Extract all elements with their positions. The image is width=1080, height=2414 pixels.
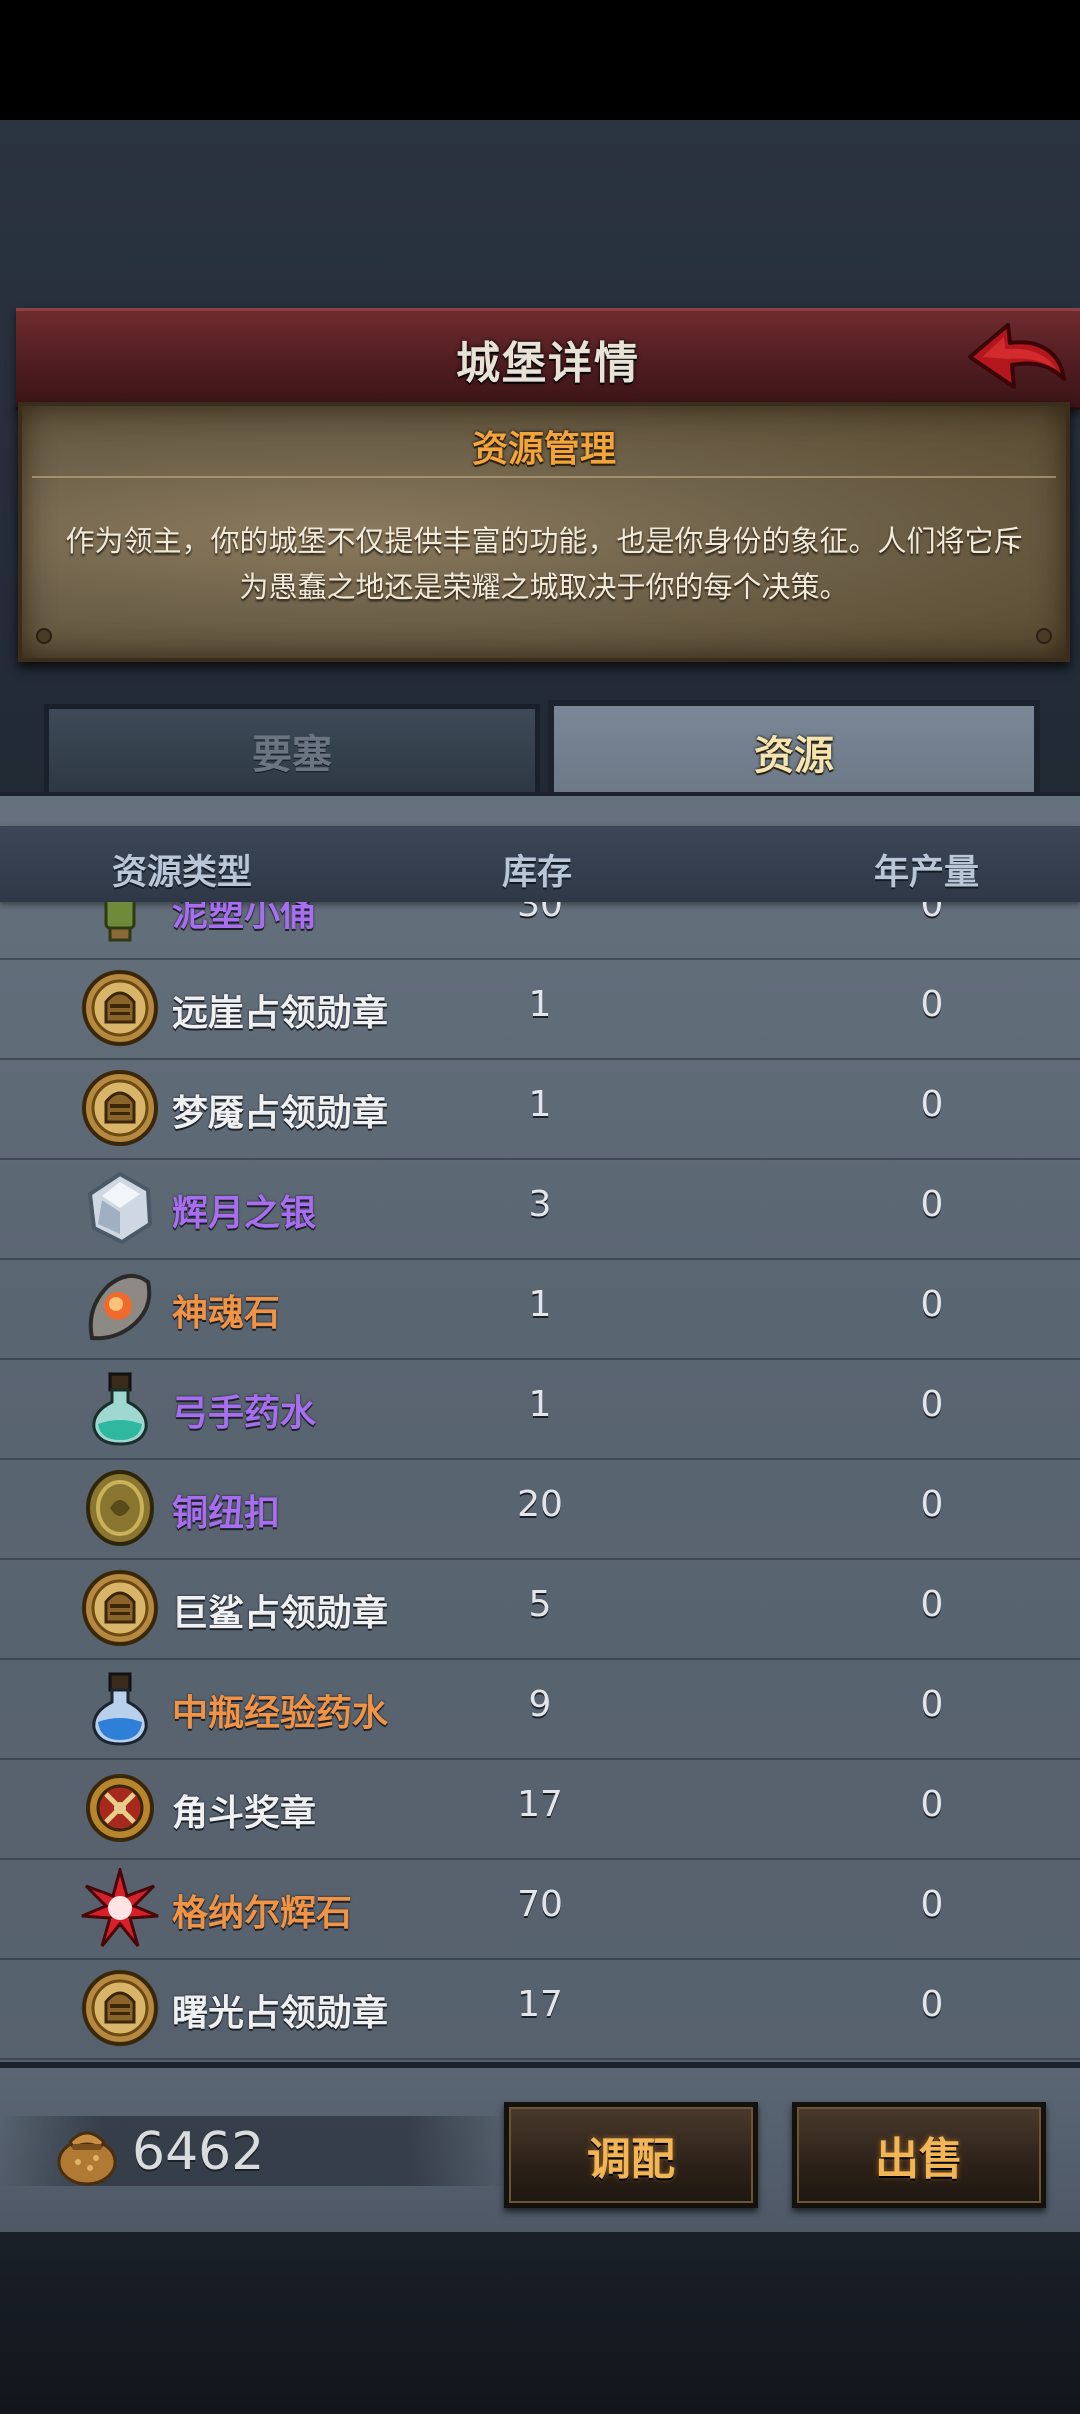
resource-stock: 1	[528, 1284, 552, 1325]
list-item[interactable]: 辉月之银 3 0	[0, 1158, 1080, 1260]
list-item[interactable]: 角斗奖章 17 0	[0, 1758, 1080, 1860]
bronze-button-icon	[86, 1470, 154, 1546]
resource-name: 中瓶经验药水	[172, 1693, 389, 1734]
gold-amount: 6462	[132, 2122, 265, 2182]
soul-stone-icon	[88, 1274, 152, 1341]
list-item[interactable]: 弓手药水 1 0	[0, 1358, 1080, 1460]
list-item[interactable]: 铜纽扣 20 0	[0, 1458, 1080, 1560]
resource-name: 辉月之银	[172, 1193, 317, 1234]
resource-name: 远崖占领勋章	[172, 993, 389, 1034]
resource-name: 梦魇占领勋章	[172, 1093, 389, 1134]
rivet	[1036, 628, 1052, 644]
arena-medal-icon	[86, 1774, 154, 1842]
knight-medal-icon	[82, 1570, 158, 1646]
sell-button[interactable]: 出售	[792, 2102, 1046, 2208]
divider	[32, 476, 1056, 478]
resource-stock: 20	[517, 1484, 563, 1525]
resource-stock: 70	[517, 1884, 563, 1925]
resource-yield: 0	[920, 1984, 944, 2025]
rivet	[36, 628, 52, 644]
resource-stock: 3	[528, 1184, 552, 1225]
bottom-background	[0, 2226, 1080, 2414]
gold-sack-icon	[57, 2131, 117, 2186]
resource-stock: 30	[517, 902, 563, 925]
resource-stock: 1	[528, 984, 552, 1025]
blue-potion-icon	[92, 1672, 148, 1746]
page-title: 城堡详情	[456, 338, 640, 389]
knight-medal-icon	[82, 1070, 158, 1146]
list-item[interactable]: 曙光占领勋章 17 0	[0, 1958, 1080, 2060]
resource-yield: 0	[920, 1484, 944, 1525]
resource-yield: 0	[920, 1284, 944, 1325]
resource-stock: 5	[528, 1584, 552, 1625]
list-item[interactable]: 梦魇占领勋章 1 0	[0, 1058, 1080, 1160]
resource-name: 角斗奖章	[172, 1793, 317, 1834]
resource-list[interactable]: 泥塑小俑 30 0 远崖占领勋章 1 0 梦魇占领勋章 1 0 辉月之银 3 0 神魂石 1 0 弓手药水 1 0…	[0, 902, 1080, 2064]
tab-fortress[interactable]: 要塞	[44, 704, 540, 798]
panel-subtitle: 资源管理	[471, 429, 616, 470]
resource-name: 泥塑小俑	[172, 902, 317, 934]
list-item[interactable]: 泥塑小俑 30 0	[0, 902, 1080, 960]
resource-yield: 0	[920, 1684, 944, 1725]
resource-yield: 0	[920, 1184, 944, 1225]
resource-yield: 0	[920, 1584, 944, 1625]
allocate-button[interactable]: 调配	[504, 2102, 758, 2208]
tab-resources[interactable]: 资源	[548, 700, 1040, 798]
resource-yield: 0	[920, 1384, 944, 1425]
silver-ore-icon	[87, 1171, 153, 1245]
resource-name: 格纳尔辉石	[172, 1893, 353, 1934]
red-star-gem-icon	[81, 1868, 159, 1947]
resource-name: 巨鲨占领勋章	[172, 1593, 389, 1634]
resource-name: 曙光占领勋章	[172, 1993, 389, 2034]
resource-stock: 17	[517, 1784, 563, 1825]
resource-yield: 0	[920, 1884, 944, 1925]
resource-yield: 0	[920, 1784, 944, 1825]
list-item[interactable]: 巨鲨占领勋章 5 0	[0, 1558, 1080, 1660]
list-item[interactable]: 远崖占领勋章 1 0	[0, 958, 1080, 1060]
column-yield: 年产量	[874, 853, 980, 893]
table-header: 资源类型 库存 年产量	[0, 826, 1080, 902]
list-item[interactable]: 神魂石 1 0	[0, 1258, 1080, 1360]
column-stock: 库存	[502, 853, 573, 893]
resource-name: 铜纽扣	[172, 1493, 281, 1534]
list-item[interactable]: 格纳尔辉石 70 0	[0, 1858, 1080, 1960]
info-panel: 资源管理 作为领主，你的城堡不仅提供丰富的功能，也是你身份的象征。人们将它斥为愚…	[18, 402, 1070, 662]
resource-name: 弓手药水	[172, 1393, 317, 1434]
panel-description: 作为领主，你的城堡不仅提供丰富的功能，也是你身份的象征。人们将它斥为愚蠢之地还是…	[65, 524, 1023, 604]
resource-stock: 17	[517, 1984, 563, 2025]
column-type: 资源类型	[112, 853, 253, 893]
resource-yield: 0	[920, 902, 944, 925]
list-item[interactable]: 中瓶经验药水 9 0	[0, 1658, 1080, 1760]
red-arrow-back-icon	[968, 323, 1066, 389]
resource-stock: 1	[528, 1084, 552, 1125]
resource-name: 神魂石	[172, 1293, 281, 1334]
green-potion-icon	[92, 1372, 148, 1446]
resource-stock: 1	[528, 1384, 552, 1425]
knight-medal-icon	[82, 1970, 158, 2046]
knight-medal-icon	[82, 970, 158, 1046]
title-bar: 城堡详情	[16, 308, 1080, 410]
resource-yield: 0	[920, 984, 944, 1025]
clay-figurine-icon	[104, 902, 136, 942]
back-button[interactable]	[960, 317, 1070, 401]
resource-yield: 0	[920, 1084, 944, 1125]
resource-stock: 9	[528, 1684, 552, 1725]
